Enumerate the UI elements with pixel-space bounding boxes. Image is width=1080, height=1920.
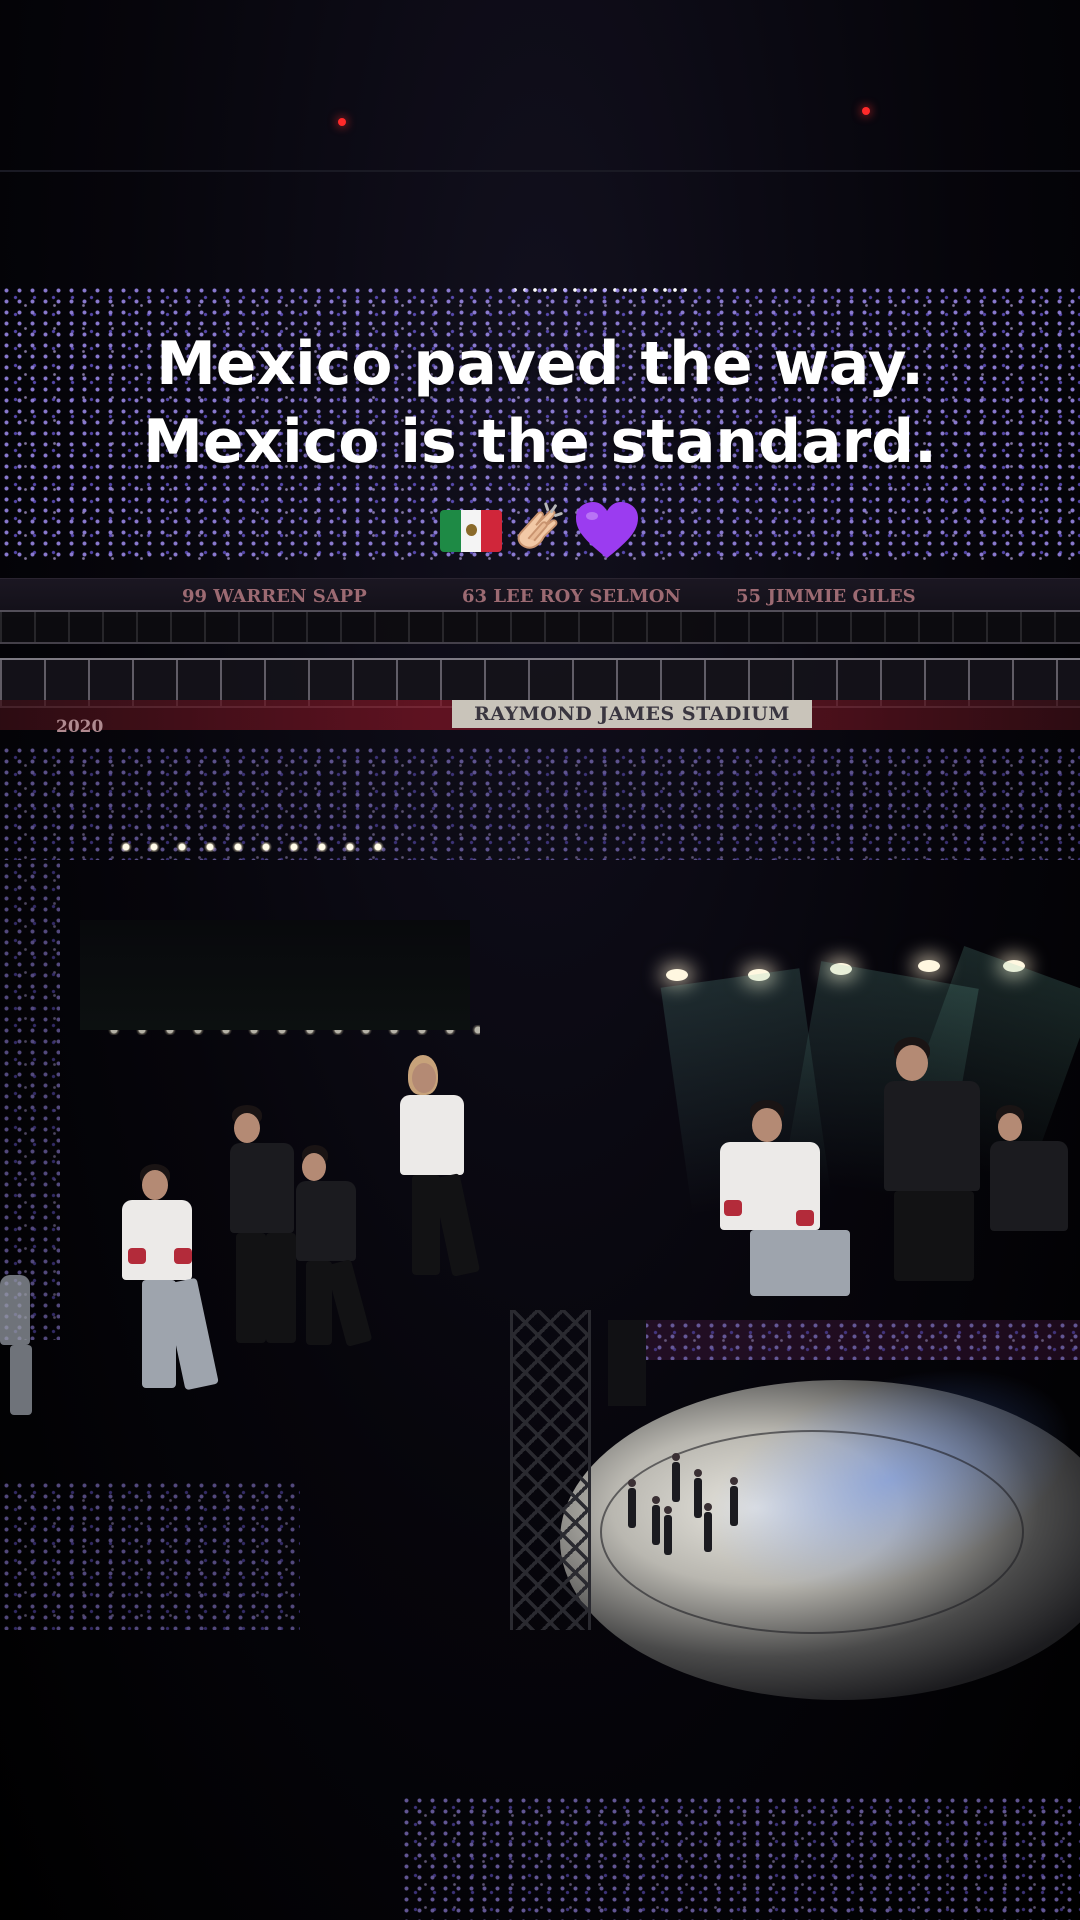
- crowd-lights-bottom: [400, 1795, 1080, 1920]
- dancer-3: [672, 1453, 680, 1502]
- performer-right-2: [880, 1035, 1000, 1295]
- ring-of-honor-name-3: 55 JIMMIE GILES: [736, 586, 916, 607]
- performer-left-1: [118, 1160, 238, 1391]
- video-caption: Mexico paved the way. Mexico is the stan…: [0, 325, 1080, 481]
- purple-heart-icon: [576, 502, 638, 558]
- concert-scene: 99 WARREN SAPP 63 LEE ROY SELMON 55 JIMM…: [0, 0, 1080, 1920]
- ring-of-honor-name-2: 63 LEE ROY SELMON: [462, 586, 681, 607]
- upper-video-truss: [80, 920, 470, 1030]
- caption-line-1: Mexico paved the way.: [156, 329, 924, 399]
- roof-truss: [0, 170, 1080, 182]
- dancer-4: [664, 1506, 672, 1555]
- suite-level-upper: [0, 610, 1080, 644]
- performer-left-3: [296, 1145, 396, 1347]
- red-beacon-right: [862, 107, 870, 115]
- dancer-5: [694, 1469, 702, 1518]
- dancer-1: [628, 1479, 636, 1528]
- performer-left-4: [398, 1055, 498, 1295]
- spotlight-1: [666, 969, 688, 981]
- clapping-hands-icon: [517, 502, 563, 549]
- mexico-flag-icon: [440, 510, 502, 552]
- crowd-lights-left: [0, 860, 60, 1340]
- light-rig-left: [112, 842, 392, 852]
- red-beacon-left: [338, 118, 346, 126]
- crowd-lights-lower-left: [0, 1480, 300, 1630]
- caption-emoji-row: [440, 497, 640, 565]
- stadium-name-sign: RAYMOND JAMES STADIUM: [452, 700, 812, 728]
- dancer-2: [652, 1496, 660, 1545]
- performer-edge: [0, 1275, 46, 1415]
- dancer-7: [730, 1477, 738, 1526]
- performer-right-1: [700, 1100, 860, 1300]
- caption-line-2: Mexico is the standard.: [143, 407, 937, 477]
- performer-right-3: [990, 1105, 1080, 1305]
- year-sign: 2020: [56, 717, 104, 737]
- scaffold-tower: [510, 1310, 591, 1630]
- spotlight-4: [918, 960, 940, 972]
- ring-of-honor-name-1: 99 WARREN SAPP: [182, 586, 367, 607]
- dancer-6: [704, 1503, 712, 1552]
- speaker-stack: [608, 1320, 646, 1406]
